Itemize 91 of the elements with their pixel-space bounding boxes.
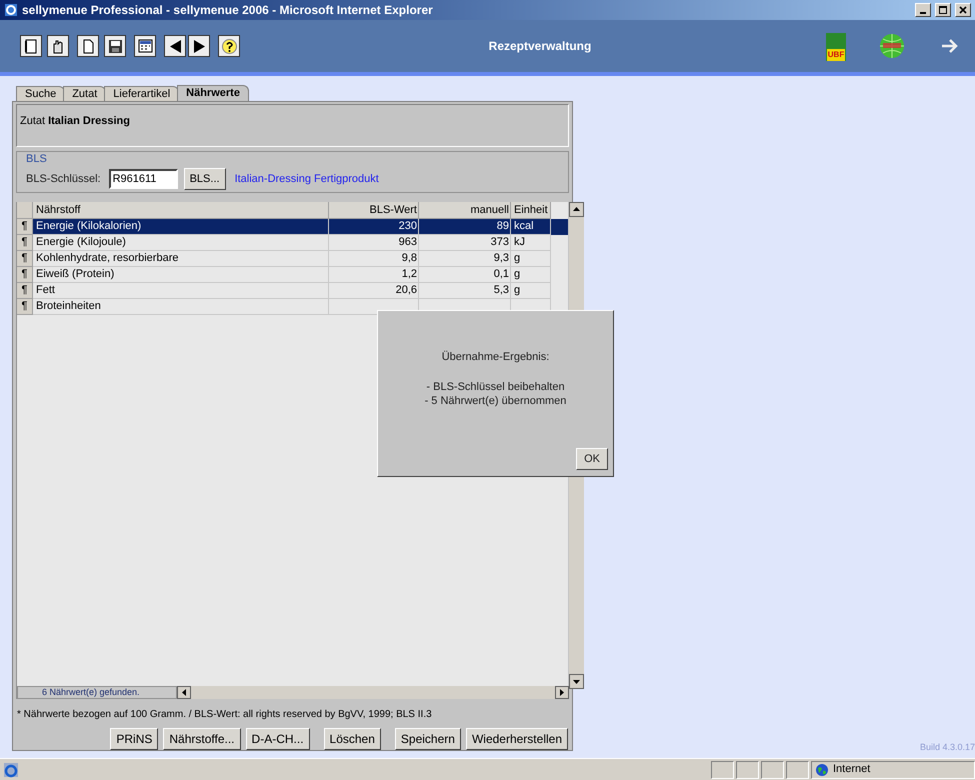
toolbar-button[interactable] (218, 35, 240, 57)
toolbar-button[interactable] (104, 35, 126, 57)
status-pane (786, 760, 809, 778)
tab[interactable]: Nährwerte (177, 85, 249, 101)
maximize-button[interactable] (935, 3, 951, 17)
status-pane (711, 760, 734, 778)
column-header: BLS-Wert (329, 202, 419, 219)
table-cell: g (511, 266, 551, 283)
table-cell: Energie (Kilojoule) (33, 234, 329, 251)
dialog-message: - 5 Nährwert(e) übernommen (424, 394, 566, 408)
toolbar-button[interactable] (77, 35, 99, 57)
close-icon (958, 5, 968, 15)
table-cell: 5,3 (419, 282, 511, 299)
action-button[interactable]: D-A-CH... (246, 728, 310, 750)
table-cell: Fett (33, 282, 329, 299)
status-pane (761, 760, 784, 778)
footnote: * Nährwerte bezogen auf 100 Gramm. / BLS-Wert: all rights reserved by BgVV, 1999; BLS II.3 (16, 709, 433, 721)
ingredient-label: Zutat (20, 114, 46, 129)
row-marker: ¶ (17, 266, 33, 283)
table-cell: g (511, 282, 551, 299)
selected-table-row[interactable]: ¶ Energie (Kilokalorien) 230 89 kcal (17, 218, 568, 235)
record-count: 6 Nährwert(e) gefunden. (17, 686, 177, 699)
row-marker: ¶ (17, 250, 33, 267)
column-header: manuell (419, 202, 511, 219)
globe-icon (815, 762, 829, 776)
table-cell: Kohlenhydrate, resorbierbare (33, 250, 329, 267)
logo-text: UBF (826, 49, 846, 61)
dialog-title: Übernahme-Ergebnis: (442, 350, 550, 365)
toolbar-button[interactable] (164, 35, 186, 57)
table-cell: 230 (329, 218, 419, 235)
bls-description: Italian-Dressing Fertigprodukt (234, 172, 379, 187)
row-marker: ¶ (17, 282, 33, 299)
field-label: BLS-Schlüssel: (26, 172, 101, 187)
table-cell: 1,2 (329, 266, 419, 283)
app-title: Rezeptverwaltung (488, 38, 592, 55)
maximize-icon (938, 5, 948, 15)
table-row[interactable]: ¶ Eiweiß (Protein) 1,2 0,1 g (17, 266, 568, 283)
status-pane (736, 760, 759, 778)
tab[interactable]: Zutat (63, 86, 106, 101)
table-corner (17, 202, 33, 219)
scroll-right-icon (555, 686, 569, 699)
dialog-message: - BLS-Schlüssel beibehalten (426, 380, 565, 394)
action-button[interactable]: Wiederherstellen (466, 728, 568, 750)
table-row[interactable]: ¶ Fett 20,6 5,3 g (17, 282, 568, 299)
table-cell: Eiweiß (Protein) (33, 266, 329, 283)
table-cell: 373 (419, 234, 511, 251)
toolbar-button[interactable] (47, 35, 69, 57)
app-icon (4, 3, 18, 17)
table-cell: Energie (Kilokalorien) (33, 218, 329, 235)
column-header: Einheit (511, 202, 551, 219)
action-button[interactable]: PRiNS (110, 728, 158, 750)
help-icon (220, 36, 238, 56)
forward-arrow-icon[interactable] (940, 37, 960, 55)
toolbar-button[interactable] (20, 35, 42, 57)
table-cell: 963 (329, 234, 419, 251)
table-cell: 9,3 (419, 250, 511, 267)
build-label: Build 4.3.0.17 (920, 740, 975, 754)
table-cell: 9,8 (329, 250, 419, 267)
toolbar-button[interactable] (188, 35, 210, 57)
table-cell: 20,6 (329, 282, 419, 299)
bls-button[interactable]: BLS... (184, 168, 226, 190)
table-row[interactable]: ¶ Energie (Kilojoule) 963 373 kJ (17, 234, 568, 251)
action-button[interactable]: Nährstoffe... (163, 728, 241, 750)
column-header: Nährstoff (33, 202, 329, 219)
table-cell: Broteinheiten (33, 298, 329, 315)
row-marker: ¶ (17, 218, 33, 235)
ok-button[interactable]: OK (576, 448, 608, 470)
table-cell: g (511, 250, 551, 267)
minimize-icon (920, 12, 926, 14)
table-cell: 0,1 (419, 266, 511, 283)
table-row[interactable]: ¶ Kohlenhydrate, resorbierbare 9,8 9,3 g (17, 250, 568, 267)
close-button[interactable] (955, 3, 971, 17)
table-cell: kJ (511, 234, 551, 251)
window-title: sellymenue Professional - sellymenue 2006 - Microsoft Internet Explorer (22, 2, 434, 19)
minimize-button[interactable] (915, 3, 931, 17)
row-marker: ¶ (17, 234, 33, 251)
row-marker: ¶ (17, 298, 33, 315)
calculator-icon (136, 36, 154, 56)
action-button[interactable]: Speichern (394, 728, 461, 750)
scroll-left-icon (177, 686, 191, 699)
ingredient-name: Italian Dressing (48, 114, 130, 129)
browser-icon (3, 762, 19, 778)
zone-label: Internet (833, 762, 870, 778)
table-cell: 89 (419, 218, 511, 235)
group-legend: BLS (26, 152, 559, 166)
table-cell: kcal (511, 218, 551, 235)
tab[interactable]: Suche (16, 86, 66, 101)
tab[interactable]: Lieferartikel (104, 86, 180, 101)
bls-key-field[interactable]: R961611 (108, 168, 178, 189)
toolbar-button[interactable] (134, 35, 156, 57)
action-button[interactable]: Löschen (324, 728, 381, 750)
